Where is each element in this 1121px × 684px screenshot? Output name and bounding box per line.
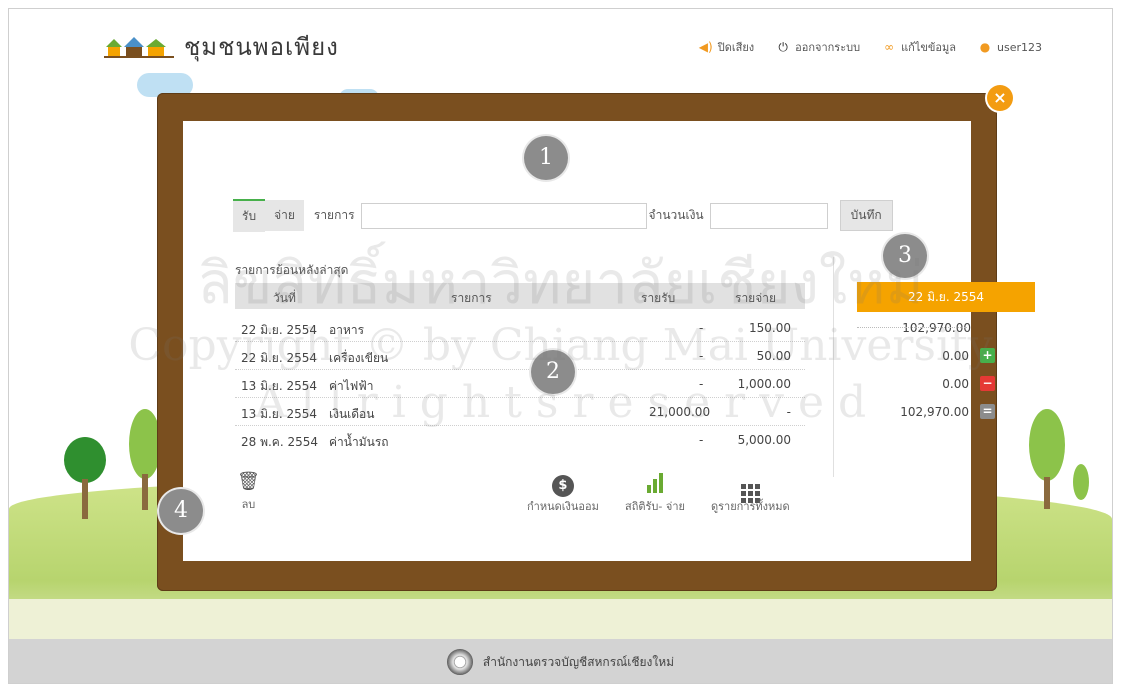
- account-modal: รับ จ่าย รายการ จำนวนเงิน บันทึก รายการย…: [157, 93, 1035, 591]
- table-row[interactable]: 28 พ.ค. 2554 ค่าน้ำมันรถ - 5,000.00: [235, 426, 805, 454]
- modal-content: รับ จ่าย รายการ จำนวนเงิน บันทึก รายการย…: [183, 121, 1035, 561]
- annotation-marker-4: 4: [159, 489, 203, 533]
- tree-decoration: [64, 437, 106, 483]
- statistics-button[interactable]: สถิติรับ- จ่าย: [625, 473, 685, 515]
- footer: สำนักงานตรวจบัญชีสหกรณ์เชียงใหม่: [9, 639, 1112, 683]
- row-item: เงินเดือน: [329, 407, 375, 421]
- mute-label: ปิดเสียง: [717, 41, 755, 54]
- brand-name: ชุมชนพอเพียง: [184, 33, 339, 61]
- annotation-marker-3: 3: [883, 234, 927, 278]
- net-total-value: 102,970.00: [900, 405, 969, 419]
- summary-date-badge: 22 มิ.ย. 2554: [857, 282, 1035, 312]
- row-income: -: [699, 433, 704, 447]
- view-all-button[interactable]: ดูรายการทั้งหมด: [711, 473, 790, 515]
- expense-total-value: 0.00: [942, 377, 969, 391]
- recent-history-title: รายการย้อนหลังล่าสุด: [235, 263, 349, 277]
- amount-input[interactable]: [709, 202, 828, 229]
- view-all-label: ดูรายการทั้งหมด: [711, 500, 790, 513]
- row-expense: 5,000.00: [737, 433, 791, 447]
- power-icon: ⏻: [778, 40, 788, 54]
- tree-trunk: [82, 479, 88, 519]
- logout-button[interactable]: ⏻ ออกจากระบบ: [776, 38, 860, 56]
- statistics-label: สถิติรับ- จ่าย: [625, 500, 685, 513]
- tree-decoration: [1073, 464, 1089, 500]
- entry-form: รับ จ่าย รายการ จำนวนเงิน บันทึก: [233, 199, 893, 232]
- edit-profile-icon: ∞: [884, 40, 895, 54]
- logout-label: ออกจากระบบ: [795, 41, 861, 54]
- row-date: 13 มิ.ย. 2554: [241, 407, 318, 421]
- trash-icon: 🗑: [237, 471, 260, 492]
- amount-label: จำนวนเงิน: [648, 208, 704, 222]
- community-houses-icon: [104, 36, 174, 58]
- annotation-marker-1: 1: [524, 136, 568, 180]
- table-row[interactable]: 22 มิ.ย. 2554 เครื่องเขียน - 50.00: [235, 342, 805, 370]
- username: user123: [997, 40, 1042, 54]
- table-row[interactable]: 22 มิ.ย. 2554 อาหาร - 150.00: [235, 314, 805, 342]
- row-date: 28 พ.ค. 2554: [241, 435, 319, 449]
- row-income: -: [699, 321, 704, 335]
- tab-expense[interactable]: จ่าย: [265, 200, 304, 231]
- column-expense: รายจ่าย: [735, 291, 777, 305]
- income-total-value: 0.00: [942, 349, 969, 363]
- equals-icon[interactable]: =: [980, 404, 995, 419]
- row-income: -: [699, 349, 704, 363]
- mute-button[interactable]: ◀) ปิดเสียง: [699, 38, 754, 56]
- set-savings-button[interactable]: $ กำหนดเงินออม: [527, 473, 599, 515]
- net-total-row: 102,970.00 =: [857, 398, 997, 426]
- savings-label: กำหนดเงินออม: [527, 500, 599, 513]
- column-divider: [833, 257, 834, 477]
- row-item: ค่าไฟฟ้า: [329, 379, 374, 393]
- expense-total-row: 0.00 −: [857, 370, 997, 398]
- edit-profile-button[interactable]: ∞ แก้ไขข้อมูล: [882, 38, 956, 56]
- delete-button[interactable]: 🗑 ลบ: [237, 471, 260, 513]
- row-income: -: [699, 377, 704, 391]
- add-income-icon[interactable]: +: [980, 348, 995, 363]
- row-expense: 1,000.00: [737, 377, 791, 391]
- tree-trunk: [142, 474, 148, 510]
- edit-profile-label: แก้ไขข้อมูล: [901, 41, 956, 54]
- tab-income[interactable]: รับ: [233, 199, 266, 232]
- column-date: วันที่: [273, 291, 296, 305]
- speaker-icon: ◀): [698, 40, 713, 54]
- row-expense: 150.00: [749, 321, 791, 335]
- organization-seal-icon: [446, 649, 473, 675]
- history-table-header: วันที่ รายการ รายรับ รายจ่าย: [235, 283, 805, 309]
- ground-strip: [9, 599, 1112, 639]
- subtract-expense-icon[interactable]: −: [980, 376, 995, 391]
- close-icon[interactable]: ×: [987, 85, 1013, 111]
- tree-trunk: [1044, 477, 1050, 509]
- top-navigation: ◀) ปิดเสียง ⏻ ออกจากระบบ ∞ แก้ไขข้อมูล ●…: [699, 38, 1042, 56]
- delete-label: ลบ: [241, 498, 256, 511]
- balance-separator: [857, 327, 967, 328]
- footer-org-name: สำนักงานตรวจบัญชีสหกรณ์เชียงใหม่: [482, 654, 675, 669]
- table-row[interactable]: 13 มิ.ย. 2554 เงินเดือน 21,000.00 -: [235, 398, 805, 426]
- row-date: 22 มิ.ย. 2554: [241, 351, 318, 365]
- dollar-coin-icon: $: [551, 475, 574, 497]
- annotation-marker-2: 2: [531, 350, 575, 394]
- row-item: อาหาร: [329, 323, 365, 337]
- user-icon: ●: [979, 40, 991, 54]
- row-item: เครื่องเขียน: [329, 351, 389, 365]
- balance-row: 102,970.00: [857, 314, 997, 342]
- row-item: ค่าน้ำมันรถ: [329, 435, 389, 449]
- income-total-row: 0.00 +: [857, 342, 997, 370]
- column-income: รายรับ: [641, 291, 676, 305]
- bar-chart-icon: [646, 473, 663, 493]
- column-item: รายการ: [451, 291, 492, 305]
- tree-decoration: [1029, 409, 1065, 481]
- row-date: 13 มิ.ย. 2554: [241, 379, 318, 393]
- row-income: 21,000.00: [649, 405, 711, 419]
- row-expense: -: [786, 405, 791, 419]
- row-date: 22 มิ.ย. 2554: [241, 323, 318, 337]
- table-row[interactable]: 13 มิ.ย. 2554 ค่าไฟฟ้า - 1,000.00: [235, 370, 805, 398]
- item-label: รายการ: [313, 208, 355, 222]
- brand-logo[interactable]: ชุมชนพอเพียง: [104, 27, 339, 66]
- user-menu[interactable]: ● user123: [978, 38, 1042, 56]
- item-input[interactable]: [360, 202, 647, 229]
- balance-value: 102,970.00: [902, 321, 971, 335]
- row-expense: 50.00: [756, 349, 791, 363]
- save-button[interactable]: บันทึก: [839, 200, 893, 231]
